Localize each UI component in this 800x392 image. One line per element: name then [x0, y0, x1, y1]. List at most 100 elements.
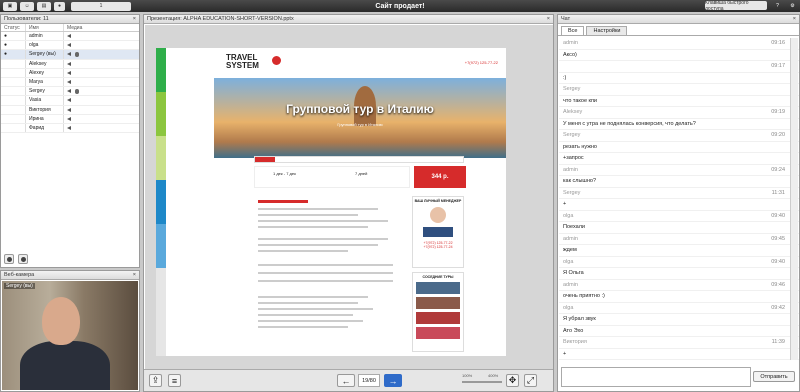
chat-text: :) — [563, 74, 567, 81]
raise-hand-button[interactable] — [4, 254, 14, 264]
slide-viewport: TRAVEL SYSTEM +7(972) 125-77-22 Группово… — [145, 25, 553, 369]
user-media — [64, 50, 139, 58]
chat-message: Аксо) — [559, 50, 799, 61]
user-name: Виктория — [26, 105, 64, 114]
user-row[interactable]: Vasia — [1, 96, 139, 106]
user-row[interactable]: Marya — [1, 77, 139, 88]
chat-text: Ато Эхо — [563, 327, 584, 334]
chat-message: Я убрал звук — [559, 314, 799, 326]
user-name: olga — [26, 41, 64, 50]
webcam-panel-header: Веб-камера × — [1, 271, 139, 280]
send-button[interactable]: Отправить — [753, 371, 795, 382]
speaker-icon[interactable] — [67, 107, 71, 112]
chat-author: Aleksey 09:19 — [559, 107, 799, 119]
chat-text: Sergey — [563, 86, 581, 92]
slide-list-button[interactable]: ≡ — [168, 374, 181, 387]
page-counter: 1 — [71, 1, 131, 11]
hotkeys-button[interactable]: Клавиша быстрого доступа — [705, 0, 767, 12]
chat-text: olga — [563, 212, 574, 219]
tab-all[interactable]: Все — [561, 26, 585, 35]
related-thumb — [416, 312, 460, 324]
speaker-icon[interactable] — [67, 43, 71, 48]
user-row[interactable]: ● olga — [1, 41, 139, 51]
close-icon[interactable]: × — [133, 15, 136, 24]
chat-input[interactable] — [561, 367, 751, 387]
logo-mark — [272, 56, 281, 65]
speaker-icon[interactable] — [67, 70, 71, 75]
user-row[interactable]: Alexey — [1, 68, 139, 78]
manager-title: ВАШ ЛИЧНЫЙ МЕНЕДЖЕР — [414, 199, 462, 203]
prev-slide-button[interactable]: ← — [337, 374, 355, 387]
user-row[interactable]: Aleksey — [1, 59, 139, 69]
user-row[interactable]: Виктория — [1, 105, 139, 115]
hero-image: Групповой тур в Италию Групповой тур в И… — [214, 78, 506, 158]
chat-text: резать нужно — [563, 143, 597, 150]
chat-scrollbar[interactable] — [790, 38, 798, 360]
user-media — [64, 41, 139, 49]
user-row[interactable]: Sergey — [1, 87, 139, 97]
speaker-icon[interactable] — [67, 52, 71, 57]
people-button[interactable]: ☺ — [20, 1, 34, 11]
zoom-slider[interactable] — [462, 381, 502, 383]
status-button[interactable] — [18, 254, 28, 264]
speaker-icon[interactable] — [67, 61, 71, 66]
presentation-panel: Презентация: ALPHA EDUCATION-SHORT-VERSI… — [143, 14, 554, 392]
text-line — [258, 208, 378, 210]
mic-icon[interactable] — [75, 51, 79, 57]
user-media — [64, 60, 139, 68]
text-line — [258, 214, 358, 216]
slide: TRAVEL SYSTEM +7(972) 125-77-22 Группово… — [156, 48, 506, 356]
chat-time: 09:19 — [771, 109, 785, 115]
user-status-icon: ● — [1, 32, 26, 41]
chat-text: Поехали — [563, 224, 585, 230]
mic-icon[interactable] — [75, 88, 79, 94]
tab-settings[interactable]: Настройки — [586, 26, 628, 35]
user-status-icon — [1, 77, 26, 87]
user-row[interactable]: Фарид — [1, 123, 139, 134]
text-line — [258, 272, 393, 274]
chat-panel: Чат × Все Настройки admin 09:16 Аксо) 09:17:… — [557, 14, 800, 392]
close-icon[interactable]: × — [133, 271, 136, 280]
zoom-min-label: 100% — [462, 373, 473, 378]
chat-time: 09:42 — [771, 304, 785, 311]
tour-date: 1 дек - 7 дек — [273, 171, 296, 176]
user-status-icon — [1, 68, 26, 77]
chat-message: ждем — [559, 245, 799, 257]
fit-button[interactable]: ✥ — [506, 374, 519, 387]
users-table-header: Статус Имя Медиа — [1, 24, 139, 32]
upload-button[interactable]: ⇪ — [149, 374, 162, 387]
chat-message: очень приятно :) — [559, 291, 799, 303]
speaker-icon[interactable] — [67, 34, 71, 39]
speaker-icon[interactable] — [67, 98, 71, 103]
close-icon[interactable]: × — [547, 15, 550, 24]
next-slide-button[interactable]: → — [384, 374, 402, 387]
user-status-icon — [1, 87, 26, 96]
close-icon[interactable]: × — [793, 15, 796, 24]
speaker-icon[interactable] — [67, 116, 71, 121]
chat-text: Aleksey — [563, 109, 583, 115]
chat-time: 09:20 — [771, 132, 785, 138]
stripe-pale — [156, 136, 166, 180]
hero-subtitle: Групповой тур в Италию — [337, 122, 383, 127]
user-row[interactable]: ● admin — [1, 32, 139, 42]
speaker-icon[interactable] — [67, 80, 71, 85]
chat-text: admin — [563, 281, 578, 288]
speaker-icon[interactable] — [67, 125, 71, 130]
user-media — [64, 96, 139, 104]
user-name: Marya — [26, 77, 64, 87]
related-thumb — [416, 327, 460, 339]
user-row[interactable]: Ирина — [1, 114, 139, 124]
manager-body — [423, 227, 453, 237]
chat-text: очень приятно :) — [563, 293, 605, 299]
screen-share-button[interactable]: ▣ — [3, 1, 17, 11]
fullscreen-button[interactable]: ⤢ — [524, 374, 537, 387]
chat-author: Sergey 09:20 — [559, 130, 799, 142]
user-row[interactable]: ● Sergey (вы) — [1, 50, 139, 60]
apps-button[interactable]: ▤ — [37, 1, 51, 11]
gear-icon[interactable]: ⚙ — [788, 1, 797, 10]
chat-message: + — [559, 199, 799, 211]
chat-tabs: Все Настройки — [558, 26, 799, 36]
record-button[interactable]: ● — [54, 1, 65, 11]
speaker-icon[interactable] — [67, 89, 71, 94]
help-icon[interactable]: ? — [773, 1, 782, 10]
